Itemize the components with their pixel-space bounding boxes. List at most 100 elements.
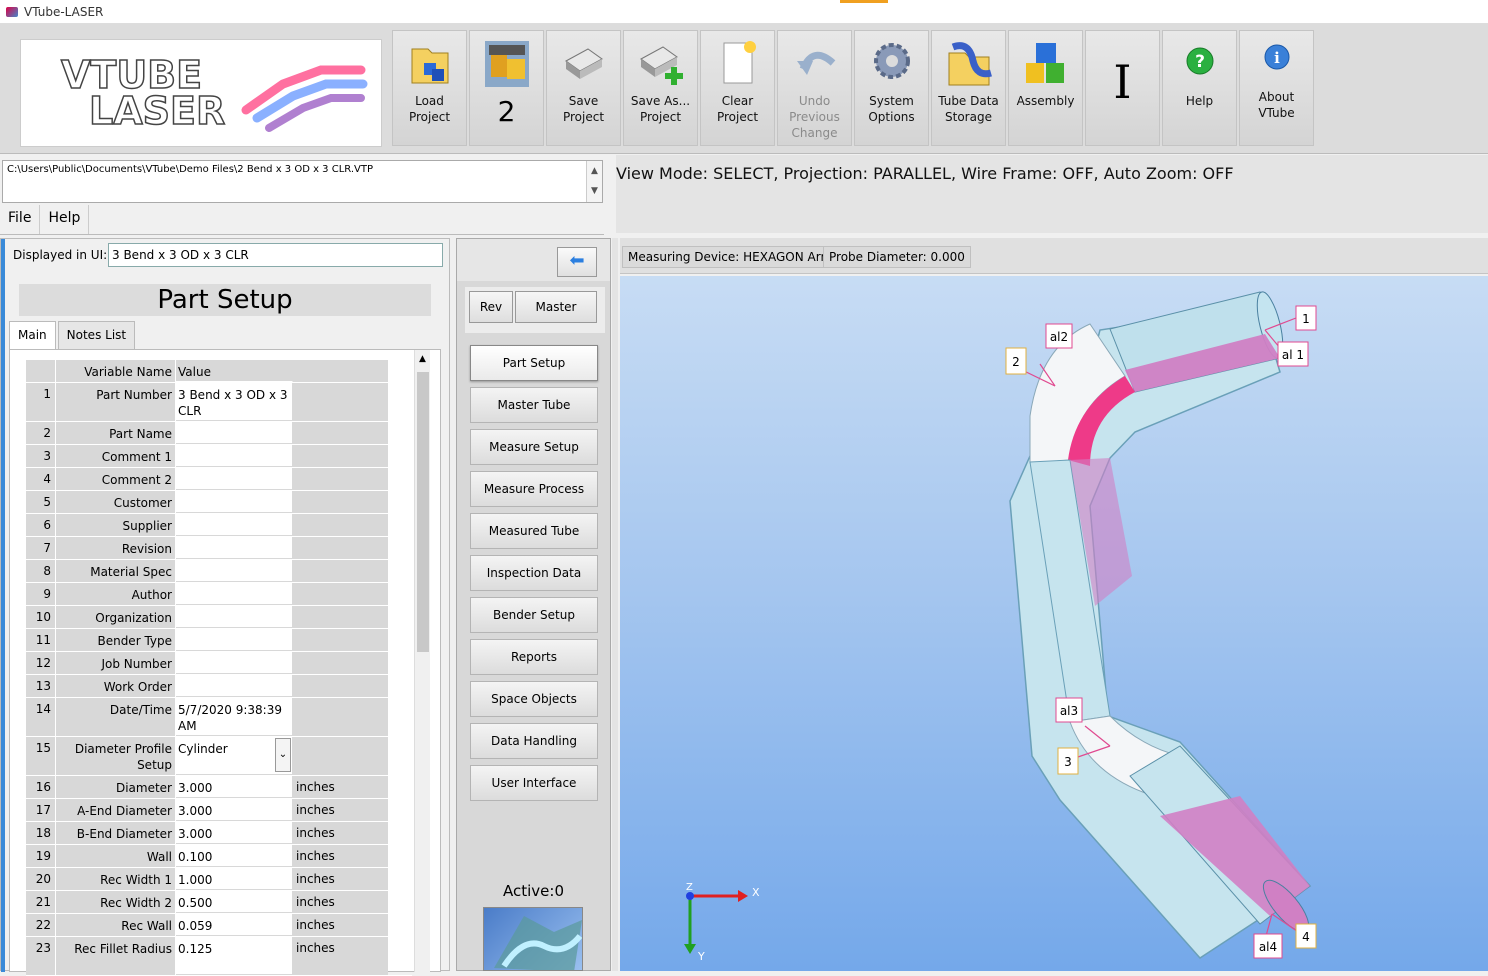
nav-data-handling-button[interactable]: Data Handling	[470, 723, 598, 759]
value-cell[interactable]	[176, 629, 293, 651]
value-cell[interactable]: 5/7/2020 9:38:39 AM	[176, 698, 293, 736]
value-cell[interactable]	[176, 652, 293, 674]
table-row[interactable]: 4 Comment 2	[26, 468, 412, 491]
table-row[interactable]: 18 B-End Diameter 3.000 inches	[26, 822, 412, 845]
table-row[interactable]: 7 Revision	[26, 537, 412, 560]
table-row[interactable]: 12 Job Number	[26, 652, 412, 675]
table-row[interactable]: 19 Wall 0.100 inches	[26, 845, 412, 868]
value-cell[interactable]: 0.500	[176, 891, 293, 913]
grid-scrollbar[interactable]: ▲	[414, 350, 430, 972]
help-button[interactable]: ? Help	[1162, 30, 1237, 146]
clear-project-button[interactable]: Clear Project	[700, 30, 775, 146]
value-cell[interactable]: 3 Bend x 3 OD x 3 CLR	[176, 383, 293, 421]
value-cell[interactable]	[176, 560, 293, 582]
value-cell[interactable]	[176, 422, 293, 444]
nav-inspection-data-button[interactable]: Inspection Data	[470, 555, 598, 591]
table-row[interactable]: 8 Material Spec	[26, 560, 412, 583]
tube-model[interactable]	[1009, 290, 1316, 959]
tube-data-storage-button[interactable]: Tube Data Storage	[931, 30, 1006, 146]
displayed-in-ui-field[interactable]: 3 Bend x 3 OD x 3 CLR	[108, 243, 443, 267]
table-row[interactable]: 22 Rec Wall 0.059 inches	[26, 914, 412, 937]
table-row[interactable]: 17 A-End Diameter 3.000 inches	[26, 799, 412, 822]
table-row[interactable]: 13 Work Order	[26, 675, 412, 698]
value-cell[interactable]	[176, 445, 293, 467]
value-cell[interactable]: 3.000	[176, 776, 293, 798]
value-cell[interactable]: 0.059	[176, 914, 293, 936]
menu-help[interactable]: Help	[40, 205, 90, 234]
menu-file[interactable]: File	[0, 205, 41, 234]
tube-thumbnail-image[interactable]	[483, 907, 583, 971]
value-cell[interactable]: Cylinder ⌄	[176, 737, 293, 775]
table-row[interactable]: 21 Rec Width 2 0.500 inches	[26, 891, 412, 914]
unit-cell	[293, 491, 388, 513]
undo-button[interactable]: Undo Previous Change	[777, 30, 852, 146]
table-row[interactable]: 3 Comment 1	[26, 445, 412, 468]
nav-measure-process-button[interactable]: Measure Process	[470, 471, 598, 507]
table-row[interactable]: 9 Author	[26, 583, 412, 606]
table-row[interactable]: 6 Supplier	[26, 514, 412, 537]
value-cell[interactable]	[176, 537, 293, 559]
tab-main[interactable]: Main	[9, 321, 56, 349]
table-row[interactable]: 10 Organization	[26, 606, 412, 629]
point-label-al4[interactable]: al4	[1259, 940, 1277, 954]
variable-name-cell: A-End Diameter	[56, 799, 176, 821]
nav-user-interface-button[interactable]: User Interface	[470, 765, 598, 801]
table-row[interactable]: 2 Part Name	[26, 422, 412, 445]
table-row[interactable]: 16 Diameter 3.000 inches	[26, 776, 412, 799]
value-cell[interactable]	[176, 583, 293, 605]
scroll-down-icon[interactable]: ▼	[587, 181, 602, 201]
load-project-button[interactable]: Load Project	[392, 30, 467, 146]
camera-view-button[interactable]: 2	[469, 30, 544, 146]
tab-notes-list[interactable]: Notes List	[57, 321, 136, 349]
point-label-al2[interactable]: al2	[1050, 330, 1068, 344]
scroll-up-icon[interactable]: ▲	[587, 161, 602, 181]
point-label-3[interactable]: 3	[1064, 755, 1072, 769]
about-vtube-button[interactable]: i About VTube	[1239, 30, 1314, 146]
table-row[interactable]: 23 Rec Fillet Radius 0.125 inches	[26, 937, 412, 976]
save-project-button[interactable]: Save Project	[546, 30, 621, 146]
system-options-button[interactable]: System Options	[854, 30, 929, 146]
value-cell[interactable]: 3.000	[176, 822, 293, 844]
value-cell[interactable]: 0.125	[176, 937, 293, 975]
point-label-1[interactable]: 1	[1302, 312, 1310, 326]
scroll-up-icon[interactable]: ▲	[415, 350, 430, 368]
nav-measured-tube-button[interactable]: Measured Tube	[470, 513, 598, 549]
point-label-al3[interactable]: al3	[1060, 704, 1078, 718]
value-cell[interactable]	[176, 606, 293, 628]
point-label-4[interactable]: 4	[1302, 930, 1310, 944]
table-row[interactable]: 15 Diameter Profile Setup Cylinder ⌄	[26, 737, 412, 776]
text-cursor-button[interactable]: I	[1085, 30, 1160, 146]
nav-reports-button[interactable]: Reports	[470, 639, 598, 675]
table-row[interactable]: 14 Date/Time 5/7/2020 9:38:39 AM	[26, 698, 412, 737]
value-cell[interactable]	[176, 675, 293, 697]
rev-button[interactable]: Rev	[469, 291, 513, 323]
nav-master-tube-button[interactable]: Master Tube	[470, 387, 598, 423]
nav-part-setup-button[interactable]: Part Setup	[470, 345, 598, 381]
point-label-2[interactable]: 2	[1012, 355, 1020, 369]
chevron-down-icon[interactable]: ⌄	[275, 738, 291, 772]
table-row[interactable]: 20 Rec Width 1 1.000 inches	[26, 868, 412, 891]
project-path-text: C:\Users\Public\Documents\VTube\Demo Fil…	[7, 164, 374, 175]
value-cell[interactable]	[176, 514, 293, 536]
value-cell[interactable]: 0.100	[176, 845, 293, 867]
value-cell[interactable]	[176, 491, 293, 513]
nav-measure-setup-button[interactable]: Measure Setup	[470, 429, 598, 465]
master-button[interactable]: Master	[515, 291, 597, 323]
table-row[interactable]: 11 Bender Type	[26, 629, 412, 652]
nav-bender-setup-button[interactable]: Bender Setup	[470, 597, 598, 633]
path-scrollbar[interactable]: ▲ ▼	[586, 161, 602, 202]
save-as-project-button[interactable]: Save As... Project	[623, 30, 698, 146]
value-cell[interactable]: 1.000	[176, 868, 293, 890]
assembly-button[interactable]: Assembly	[1008, 30, 1083, 146]
table-row[interactable]: 1 Part Number 3 Bend x 3 OD x 3 CLR	[26, 383, 412, 422]
value-cell[interactable]: 3.000	[176, 799, 293, 821]
tube-3d-scene[interactable]: 1 al 1 2 al2 al3 3 4 al4 X Y Z	[620, 276, 1488, 971]
value-cell[interactable]	[176, 468, 293, 490]
panel-splitter[interactable]	[612, 238, 618, 971]
nav-space-objects-button[interactable]: Space Objects	[470, 681, 598, 717]
project-path-field[interactable]: C:\Users\Public\Documents\VTube\Demo Fil…	[2, 160, 603, 203]
scroll-thumb[interactable]	[417, 372, 429, 652]
table-row[interactable]: 5 Customer	[26, 491, 412, 514]
collapse-arrow-button[interactable]: ⬅	[557, 247, 597, 277]
point-label-al1[interactable]: al 1	[1282, 348, 1304, 362]
